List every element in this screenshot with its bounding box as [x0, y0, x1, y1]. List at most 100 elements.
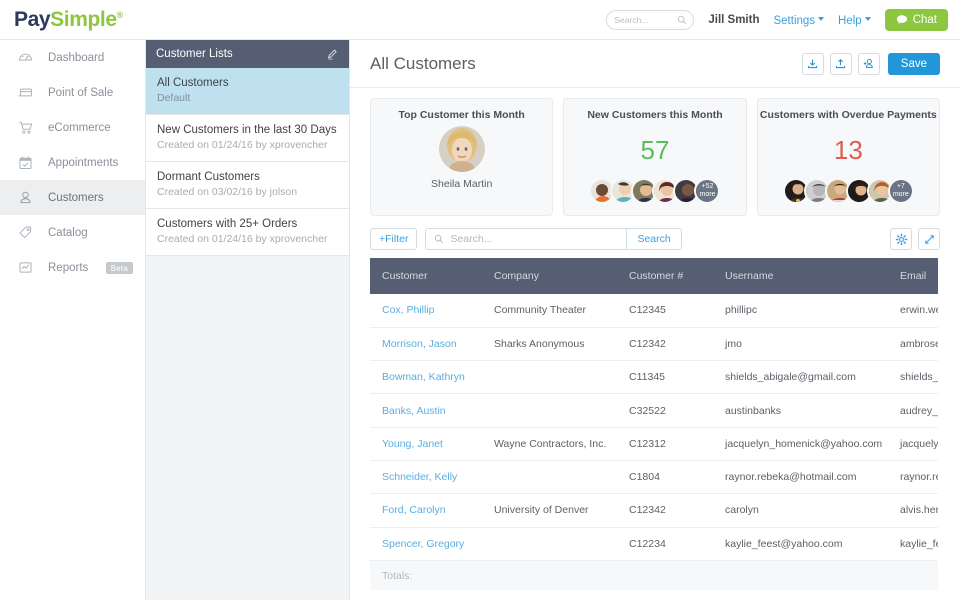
help-label: Help: [838, 14, 862, 27]
table-row[interactable]: Bowman, Kathryn C11345 shields_abigale@g…: [370, 360, 938, 395]
cell-email: kaylie_feest@yahoo.com: [888, 527, 938, 561]
customer-link[interactable]: Cox, Phillip: [382, 304, 435, 316]
search-button[interactable]: Search: [626, 229, 680, 249]
sidebar-item-appointments[interactable]: Appointments: [0, 145, 145, 180]
expand-table-button[interactable]: [918, 228, 940, 250]
cell-username: kaylie_feest@yahoo.com: [713, 527, 888, 561]
calendar-icon: [16, 154, 34, 172]
add-customer-button[interactable]: [857, 52, 880, 75]
sidebar-item-label: Reports: [48, 261, 89, 274]
table-head: Customer Company Customer # Username Ema…: [370, 258, 938, 294]
list-item[interactable]: All Customers Default: [146, 68, 349, 115]
chat-bubble-icon: [896, 14, 908, 25]
table-settings-button[interactable]: [890, 228, 912, 250]
avatar-overflow[interactable]: +52 more: [694, 178, 721, 204]
totals-company: [482, 559, 617, 591]
cell-customer[interactable]: Young, Janet: [370, 427, 482, 461]
customer-link[interactable]: Bowman, Kathryn: [382, 371, 465, 383]
cell-customer[interactable]: Schneider, Kelly: [370, 460, 482, 495]
new-customers-card: New Customers this Month 57 +52 more: [563, 98, 747, 216]
chat-button[interactable]: Chat: [884, 8, 948, 31]
cell-customer[interactable]: Morrison, Jason: [370, 327, 482, 362]
sidebar-item-label: Appointments: [48, 156, 119, 169]
sidebar-item-reports[interactable]: Reports Beta: [0, 250, 145, 285]
totals-row: Totals:: [370, 559, 938, 591]
sidebar-item-label: eCommerce: [48, 121, 111, 134]
list-item[interactable]: Customers with 25+ Orders Created on 01/…: [146, 209, 349, 256]
cell-customer-no: C11345: [617, 360, 713, 395]
avatar-stack: +52 more: [589, 178, 721, 204]
totals-email: [888, 559, 938, 591]
list-item[interactable]: Dormant Customers Created on 03/02/16 by…: [146, 162, 349, 209]
table-body: Cox, Phillip Community Theater C12345 ph…: [370, 294, 938, 561]
save-button[interactable]: Save: [887, 52, 940, 75]
list-item-meta: Created on 01/24/16 by xprovencher: [157, 139, 328, 151]
column-header-username[interactable]: Username: [713, 258, 888, 294]
column-header-customer[interactable]: Customer: [370, 258, 482, 294]
table-row[interactable]: Morrison, Jason Sharks Anonymous C12342 …: [370, 327, 938, 362]
settings-menu[interactable]: Settings: [773, 11, 825, 29]
cell-customer-no: C12342: [617, 327, 713, 362]
paysimple-logo[interactable]: PaySimple®: [14, 8, 123, 32]
overflow-count: +52: [701, 183, 714, 190]
customer-link[interactable]: Schneider, Kelly: [382, 471, 457, 483]
cell-email: jacquelyn_homenick@yahoo.com: [888, 427, 938, 461]
cell-customer[interactable]: Cox, Phillip: [370, 294, 482, 328]
sidebar-item-ecommerce[interactable]: eCommerce: [0, 110, 145, 145]
customer-link[interactable]: Spencer, Gregory: [382, 538, 464, 550]
cell-customer-no: C1804: [617, 460, 713, 495]
sidebar-item-catalog[interactable]: Catalog: [0, 215, 145, 250]
search-icon: [434, 234, 444, 244]
help-menu[interactable]: Help: [838, 11, 871, 29]
card-title: Customers with Overdue Payments: [759, 109, 937, 121]
totals-customer-no: [617, 559, 713, 591]
sidebar-item-customers[interactable]: Customers: [0, 180, 145, 215]
pencil-icon[interactable]: [326, 48, 339, 61]
table-toolbar: +Filter Search... Search: [350, 216, 960, 258]
table-row[interactable]: Schneider, Kelly C1804 raynor.rebeka@hot…: [370, 460, 938, 495]
chart-icon: [16, 259, 34, 277]
avatar: [438, 126, 485, 172]
table-foot: Totals:: [370, 559, 938, 591]
cell-customer[interactable]: Ford, Carolyn: [370, 493, 482, 528]
cell-email: audrey_gottlieb@yahoo.com: [888, 393, 938, 428]
global-search-input[interactable]: Search...: [606, 9, 695, 30]
customer-link[interactable]: Ford, Carolyn: [382, 504, 446, 516]
upload-button[interactable]: [829, 52, 852, 75]
table-row[interactable]: Spencer, Gregory C12234 kaylie_feest@yah…: [370, 527, 938, 561]
list-item[interactable]: New Customers in the last 30 Days Create…: [146, 115, 349, 162]
sidebar-item-dashboard[interactable]: Dashboard: [0, 40, 145, 75]
sidebar-item-label: Catalog: [48, 226, 88, 239]
download-button[interactable]: [801, 52, 824, 75]
table-row[interactable]: Ford, Carolyn University of Denver C1234…: [370, 493, 938, 528]
customer-link[interactable]: Morrison, Jason: [382, 338, 457, 350]
logo-simple-text: Simple: [50, 7, 117, 31]
avatar-overflow[interactable]: +7 more: [887, 178, 914, 204]
search-input[interactable]: Search...: [426, 229, 626, 249]
table-row[interactable]: Cox, Phillip Community Theater C12345 ph…: [370, 294, 938, 328]
filter-button[interactable]: +Filter: [370, 228, 418, 250]
gear-icon: [895, 233, 908, 246]
cell-customer[interactable]: Banks, Austin: [370, 393, 482, 428]
cell-company: University of Denver: [482, 493, 617, 528]
column-header-customer-no[interactable]: Customer #: [617, 258, 713, 294]
table-row[interactable]: Young, Janet Wayne Contractors, Inc. C12…: [370, 427, 938, 461]
cell-customer[interactable]: Spencer, Gregory: [370, 527, 482, 561]
list-item-name: Dormant Customers: [157, 171, 260, 183]
settings-label: Settings: [773, 14, 816, 27]
sidebar-item-point-of-sale[interactable]: Point of Sale: [0, 75, 145, 110]
customer-link[interactable]: Young, Janet: [382, 438, 443, 450]
column-header-email[interactable]: Email: [888, 258, 938, 294]
cell-customer-no: C12312: [617, 427, 713, 461]
main-header: All Customers Save: [350, 40, 960, 88]
cell-email: shields_abigale@gmail.com: [888, 360, 938, 395]
customer-lists-header: Customer Lists: [146, 40, 349, 68]
cell-customer[interactable]: Bowman, Kathryn: [370, 360, 482, 395]
column-header-company[interactable]: Company: [482, 258, 617, 294]
top-bar: PaySimple® Search... Jill Smith Settings…: [0, 0, 960, 40]
sidebar-item-label: Customers: [48, 191, 104, 204]
customer-link[interactable]: Banks, Austin: [382, 405, 446, 417]
cell-username: raynor.rebeka@hotmail.com: [713, 460, 888, 495]
customers-table-wrapper[interactable]: Customer Company Customer # Username Ema…: [370, 258, 938, 591]
table-row[interactable]: Banks, Austin C32522 austinbanks audrey_…: [370, 393, 938, 428]
